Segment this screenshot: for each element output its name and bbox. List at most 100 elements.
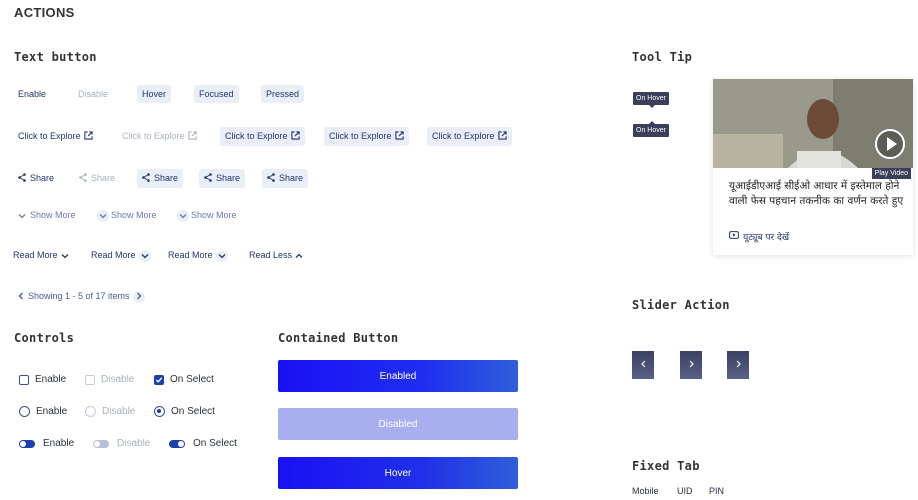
checkbox-enable[interactable]: Enable [19, 374, 66, 385]
radio-enable[interactable]: Enable [19, 406, 67, 417]
chevron-down-icon [18, 210, 26, 222]
explore-button-focused[interactable]: Click to Explore [324, 127, 409, 146]
checkbox-label: Disable [101, 374, 135, 385]
external-link-icon [290, 130, 300, 143]
chevron-down-icon [61, 250, 69, 262]
chevron-left-icon[interactable] [18, 291, 24, 303]
share-icon [79, 172, 87, 185]
toggle-label: Enable [43, 438, 75, 449]
radio-label: On Select [171, 406, 215, 417]
text-button-disable[interactable]: Disable [73, 85, 113, 103]
explore-label: Click to Explore [329, 131, 392, 141]
chevron-right-icon [736, 360, 741, 370]
checkbox-label: Enable [35, 374, 67, 385]
external-link-icon [497, 130, 507, 143]
read-more-label: Read More [91, 250, 136, 260]
checkbox-disable[interactable]: Disable [85, 374, 134, 385]
toggle-switch [19, 439, 35, 448]
show-more-button-focused[interactable]: Show More [172, 206, 242, 225]
read-less-button[interactable]: Read Less [244, 246, 308, 265]
explore-label: Click to Explore [225, 131, 288, 141]
radio-circle-selected [154, 406, 165, 417]
read-more-label: Read More [168, 250, 213, 260]
youtube-link[interactable]: यूट्यूब पर देखें [729, 230, 789, 243]
youtube-link-label: यूट्यूब पर देखें [743, 233, 790, 243]
share-button-hover[interactable]: Share [137, 169, 184, 188]
read-more-button-focused[interactable]: Read More [163, 246, 235, 265]
show-more-label: Show More [111, 210, 157, 220]
share-label: Share [154, 173, 179, 183]
pagination: Showing 1 - 5 of 17 items [13, 287, 152, 306]
tab-uid[interactable]: UID [677, 486, 693, 496]
tooltip-bottom: On Hover [633, 121, 669, 137]
read-more-button-enable[interactable]: Read More [8, 246, 74, 265]
video-card[interactable]: Play Video यूआईडीएआई सीईओ आधार में इस्ते… [713, 79, 913, 255]
radio-on-select[interactable]: On Select [154, 406, 215, 417]
checkbox-checked [154, 374, 164, 385]
toggle-disable[interactable]: Disable [93, 438, 150, 449]
explore-button-hover[interactable]: Click to Explore [220, 127, 305, 146]
tab-pin[interactable]: PIN [709, 486, 724, 496]
share-icon [142, 172, 150, 185]
text-button-enable[interactable]: Enable [13, 85, 51, 103]
external-link-icon [83, 130, 93, 143]
share-label: Share [30, 173, 55, 183]
share-button-pressed[interactable]: Share [262, 169, 309, 188]
radio-circle [19, 406, 30, 417]
radio-label: Disable [102, 406, 136, 417]
show-more-button-hover[interactable]: Show More [92, 206, 162, 225]
radio-label: Enable [36, 406, 68, 417]
external-link-icon [187, 130, 197, 143]
slider-next-button[interactable] [680, 351, 702, 379]
share-button-enable[interactable]: Share [13, 169, 59, 188]
play-icon[interactable] [875, 129, 905, 159]
explore-button-enable[interactable]: Click to Explore [13, 127, 98, 146]
chevron-down-icon [177, 209, 189, 222]
slider-prev-button[interactable] [632, 351, 654, 379]
slider-next-button-hover[interactable] [727, 351, 749, 379]
play-video-label: Play Video [871, 168, 911, 179]
read-more-button-hover[interactable]: Read More [86, 246, 158, 265]
chevron-right-icon[interactable] [132, 290, 145, 303]
chevron-down-icon [97, 209, 109, 222]
text-button-heading: Text button [14, 50, 97, 64]
text-button-pressed[interactable]: Pressed [261, 85, 305, 103]
radio-disable[interactable]: Disable [85, 406, 135, 417]
contained-button-disabled[interactable]: Disabled [278, 408, 518, 440]
explore-label: Click to Explore [432, 131, 495, 141]
fixed-tab-heading: Fixed Tab [632, 459, 700, 473]
share-label: Share [91, 173, 116, 183]
show-more-button-enable[interactable]: Show More [13, 206, 81, 225]
chevron-down-icon [215, 249, 228, 262]
tab-mobile[interactable]: Mobile [632, 486, 659, 496]
video-thumbnail[interactable] [713, 79, 913, 168]
explore-button-pressed[interactable]: Click to Explore [427, 127, 512, 146]
tooltip-heading: Tool Tip [632, 50, 693, 64]
toggle-on-select[interactable]: On Select [169, 438, 237, 449]
chevron-up-icon [295, 250, 303, 262]
tooltip-top: On Hover [633, 92, 669, 108]
explore-button-disable[interactable]: Click to Explore [117, 127, 202, 146]
share-button-disable[interactable]: Share [74, 169, 120, 188]
pagination-text: Showing 1 - 5 of 17 items [28, 291, 130, 301]
chevron-down-icon [138, 249, 151, 262]
radio-circle [85, 406, 96, 417]
contained-button-hover[interactable]: Hover [278, 457, 518, 489]
external-link-icon [394, 130, 404, 143]
share-icon [204, 172, 212, 185]
toggle-enable[interactable]: Enable [19, 438, 74, 449]
youtube-icon [729, 231, 739, 242]
toggle-label: On Select [193, 438, 237, 449]
chevron-left-icon [640, 360, 646, 370]
chevron-right-icon [689, 360, 694, 370]
toggle-switch-on [169, 439, 185, 448]
toggle-label: Disable [117, 438, 151, 449]
read-less-label: Read Less [249, 250, 293, 260]
checkbox-on-select[interactable]: On Select [154, 374, 214, 385]
share-button-focused[interactable]: Share [199, 169, 246, 188]
text-button-hover[interactable]: Hover [137, 85, 172, 103]
read-more-label: Read More [13, 250, 58, 260]
contained-button-enabled[interactable]: Enabled [278, 360, 518, 392]
text-button-focused[interactable]: Focused [194, 85, 239, 103]
controls-heading: Controls [14, 331, 75, 345]
